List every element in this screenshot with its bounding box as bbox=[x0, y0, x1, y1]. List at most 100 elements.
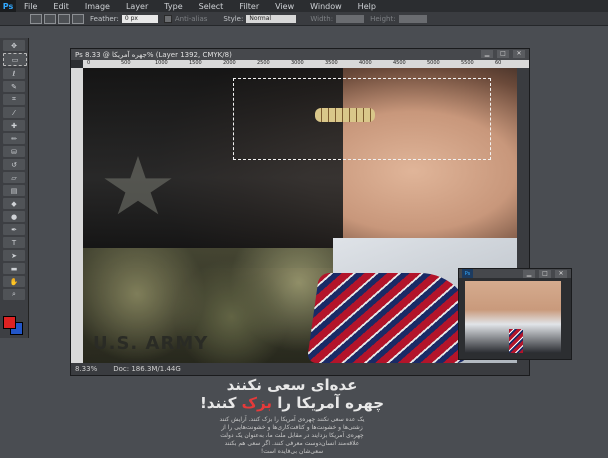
hand-tool-icon[interactable]: ✋ bbox=[3, 276, 25, 287]
path-select-tool-icon[interactable]: ➤ bbox=[3, 250, 25, 261]
ruler-tick: 1000 bbox=[155, 60, 168, 66]
quick-select-tool-icon[interactable]: ✎ bbox=[3, 81, 25, 92]
caption: عده‌ای سعی نکنند چهره آمریکا را بزک کنند… bbox=[76, 376, 508, 456]
ruler-tick: 5000 bbox=[427, 60, 440, 66]
height-group: Height: bbox=[370, 14, 427, 23]
subtract-selection-icon[interactable] bbox=[58, 13, 70, 24]
ruler-tick: 4000 bbox=[359, 60, 372, 66]
stamp-tool-icon[interactable]: ⛁ bbox=[3, 146, 25, 157]
menu-filter[interactable]: Filter bbox=[231, 2, 267, 11]
navigator-maximize-icon[interactable]: □ bbox=[539, 270, 551, 278]
pen-tool-icon[interactable]: ✒ bbox=[3, 224, 25, 235]
image-canvas[interactable]: U.S. ARMY bbox=[83, 68, 517, 363]
menu-layer[interactable]: Layer bbox=[118, 2, 156, 11]
history-brush-icon[interactable]: ↺ bbox=[3, 159, 25, 170]
marquee-tool-icon[interactable]: ▭ bbox=[3, 53, 27, 66]
navigator-minimize-icon[interactable]: ▁ bbox=[523, 270, 535, 278]
navigator-controls: ▁ □ ✕ bbox=[523, 270, 567, 278]
menu-type[interactable]: Type bbox=[156, 2, 190, 11]
foreground-color-swatch[interactable] bbox=[3, 316, 16, 329]
doc-size: Doc: 186.3M/1.44G bbox=[113, 365, 181, 373]
caption-title-highlight: بزک bbox=[241, 394, 272, 412]
ruler-tick: 2000 bbox=[223, 60, 236, 66]
navigator-window: Ps ▁ □ ✕ bbox=[458, 268, 572, 360]
menu-view[interactable]: View bbox=[267, 2, 302, 11]
navigator-close-icon[interactable]: ✕ bbox=[555, 270, 567, 278]
navigator-title[interactable]: Ps ▁ □ ✕ bbox=[459, 269, 571, 278]
menu-help[interactable]: Help bbox=[350, 2, 384, 11]
army-patch-text: U.S. ARMY bbox=[93, 333, 209, 354]
intersect-selection-icon[interactable] bbox=[72, 13, 84, 24]
healing-tool-icon[interactable]: ✚ bbox=[3, 120, 25, 131]
status-bar: 8.33% Doc: 186.3M/1.44G bbox=[71, 363, 529, 375]
menu-window[interactable]: Window bbox=[302, 2, 350, 11]
ruler-tick: 2500 bbox=[257, 60, 270, 66]
add-selection-icon[interactable] bbox=[44, 13, 56, 24]
move-tool-icon[interactable]: ✥ bbox=[3, 40, 25, 51]
lasso-tool-icon[interactable]: ℓ bbox=[3, 68, 25, 79]
feather-input[interactable]: 0 px bbox=[121, 14, 158, 23]
shape-tool-icon[interactable]: ▬ bbox=[3, 263, 25, 274]
new-selection-icon[interactable] bbox=[30, 13, 42, 24]
antialias-group: Anti-alias bbox=[163, 14, 208, 23]
ruler-tick: 60 bbox=[495, 60, 502, 66]
caption-title-line1: عده‌ای سعی نکنند bbox=[226, 376, 358, 394]
navigator-preview[interactable] bbox=[465, 281, 561, 353]
height-input[interactable] bbox=[398, 14, 427, 23]
marquee-selection[interactable] bbox=[233, 78, 491, 160]
zoom-tool-icon[interactable]: ⌕ bbox=[3, 289, 25, 300]
feather-label: Feather: bbox=[90, 14, 119, 23]
caption-title-line2: چهره آمریکا را بزک کنند! bbox=[76, 394, 508, 412]
blur-tool-icon[interactable]: ◆ bbox=[3, 198, 25, 209]
menu-select[interactable]: Select bbox=[191, 2, 232, 11]
crop-tool-icon[interactable]: ⌗ bbox=[3, 94, 25, 105]
tools-panel: ✥ ▭ ℓ ✎ ⌗ ⁄ ✚ ✏ ⛁ ↺ ▱ ▤ ◆ ● ✒ T ➤ ▬ ✋ ⌕ bbox=[0, 38, 29, 338]
antialias-checkbox[interactable] bbox=[163, 14, 172, 23]
type-tool-icon[interactable]: T bbox=[3, 237, 25, 248]
width-group: Width: bbox=[310, 14, 365, 23]
dodge-tool-icon[interactable]: ● bbox=[3, 211, 25, 222]
striped-tie bbox=[306, 273, 480, 363]
selection-mode-icons bbox=[30, 13, 84, 24]
caption-body: یک عده سعی نکنند چهره‌ی آمریکا را بزک کن… bbox=[219, 416, 365, 455]
color-swatches[interactable] bbox=[3, 316, 25, 335]
style-group: Style: Normal bbox=[223, 14, 297, 23]
menu-bar: Ps File Edit Image Layer Type Select Fil… bbox=[0, 0, 608, 12]
antialias-label: Anti-alias bbox=[174, 14, 208, 23]
ruler-tick: 5500 bbox=[461, 60, 474, 66]
ps-small-icon: Ps bbox=[462, 269, 473, 278]
ruler-tick: 1500 bbox=[189, 60, 202, 66]
window-controls: ▁ □ ✕ bbox=[481, 50, 525, 58]
ruler-tick: 500 bbox=[121, 60, 131, 66]
ruler-tick: 3000 bbox=[291, 60, 304, 66]
menu-edit[interactable]: Edit bbox=[45, 2, 77, 11]
document-title: Ps جهره آمریکا @ 8.33% (Layer 1392, CMYK… bbox=[75, 50, 232, 59]
feather-group: Feather: 0 px bbox=[90, 14, 158, 23]
caption-title-pre: چهره آمریکا را bbox=[271, 394, 385, 412]
caption-title-post: کنند! bbox=[199, 394, 242, 412]
width-label: Width: bbox=[310, 14, 334, 23]
eraser-tool-icon[interactable]: ▱ bbox=[3, 172, 25, 183]
left-ruler bbox=[71, 68, 83, 363]
width-input[interactable] bbox=[336, 14, 365, 23]
brush-tool-icon[interactable]: ✏ bbox=[3, 133, 25, 144]
style-select[interactable]: Normal bbox=[246, 14, 297, 23]
gradient-tool-icon[interactable]: ▤ bbox=[3, 185, 25, 196]
ruler-tick: 3500 bbox=[325, 60, 338, 66]
minimize-icon[interactable]: ▁ bbox=[481, 50, 493, 58]
document-tab[interactable]: Ps جهره آمریکا @ 8.33% (Layer 1392, CMYK… bbox=[71, 49, 529, 60]
ruler-tick: 4500 bbox=[393, 60, 406, 66]
photoshop-logo: Ps bbox=[0, 0, 16, 12]
style-label: Style: bbox=[223, 14, 244, 23]
top-ruler: 0 500 1000 1500 2000 2500 3000 3500 4000… bbox=[83, 60, 529, 68]
navigator-tie bbox=[509, 329, 523, 353]
menu-file[interactable]: File bbox=[16, 2, 45, 11]
ruler-tick: 0 bbox=[87, 60, 91, 66]
menu-image[interactable]: Image bbox=[77, 2, 118, 11]
eyedropper-tool-icon[interactable]: ⁄ bbox=[3, 107, 25, 118]
height-label: Height: bbox=[370, 14, 396, 23]
options-bar: Feather: 0 px Anti-alias Style: Normal W… bbox=[0, 12, 608, 26]
close-icon[interactable]: ✕ bbox=[513, 50, 525, 58]
zoom-level[interactable]: 8.33% bbox=[75, 365, 97, 373]
maximize-icon[interactable]: □ bbox=[497, 50, 509, 58]
